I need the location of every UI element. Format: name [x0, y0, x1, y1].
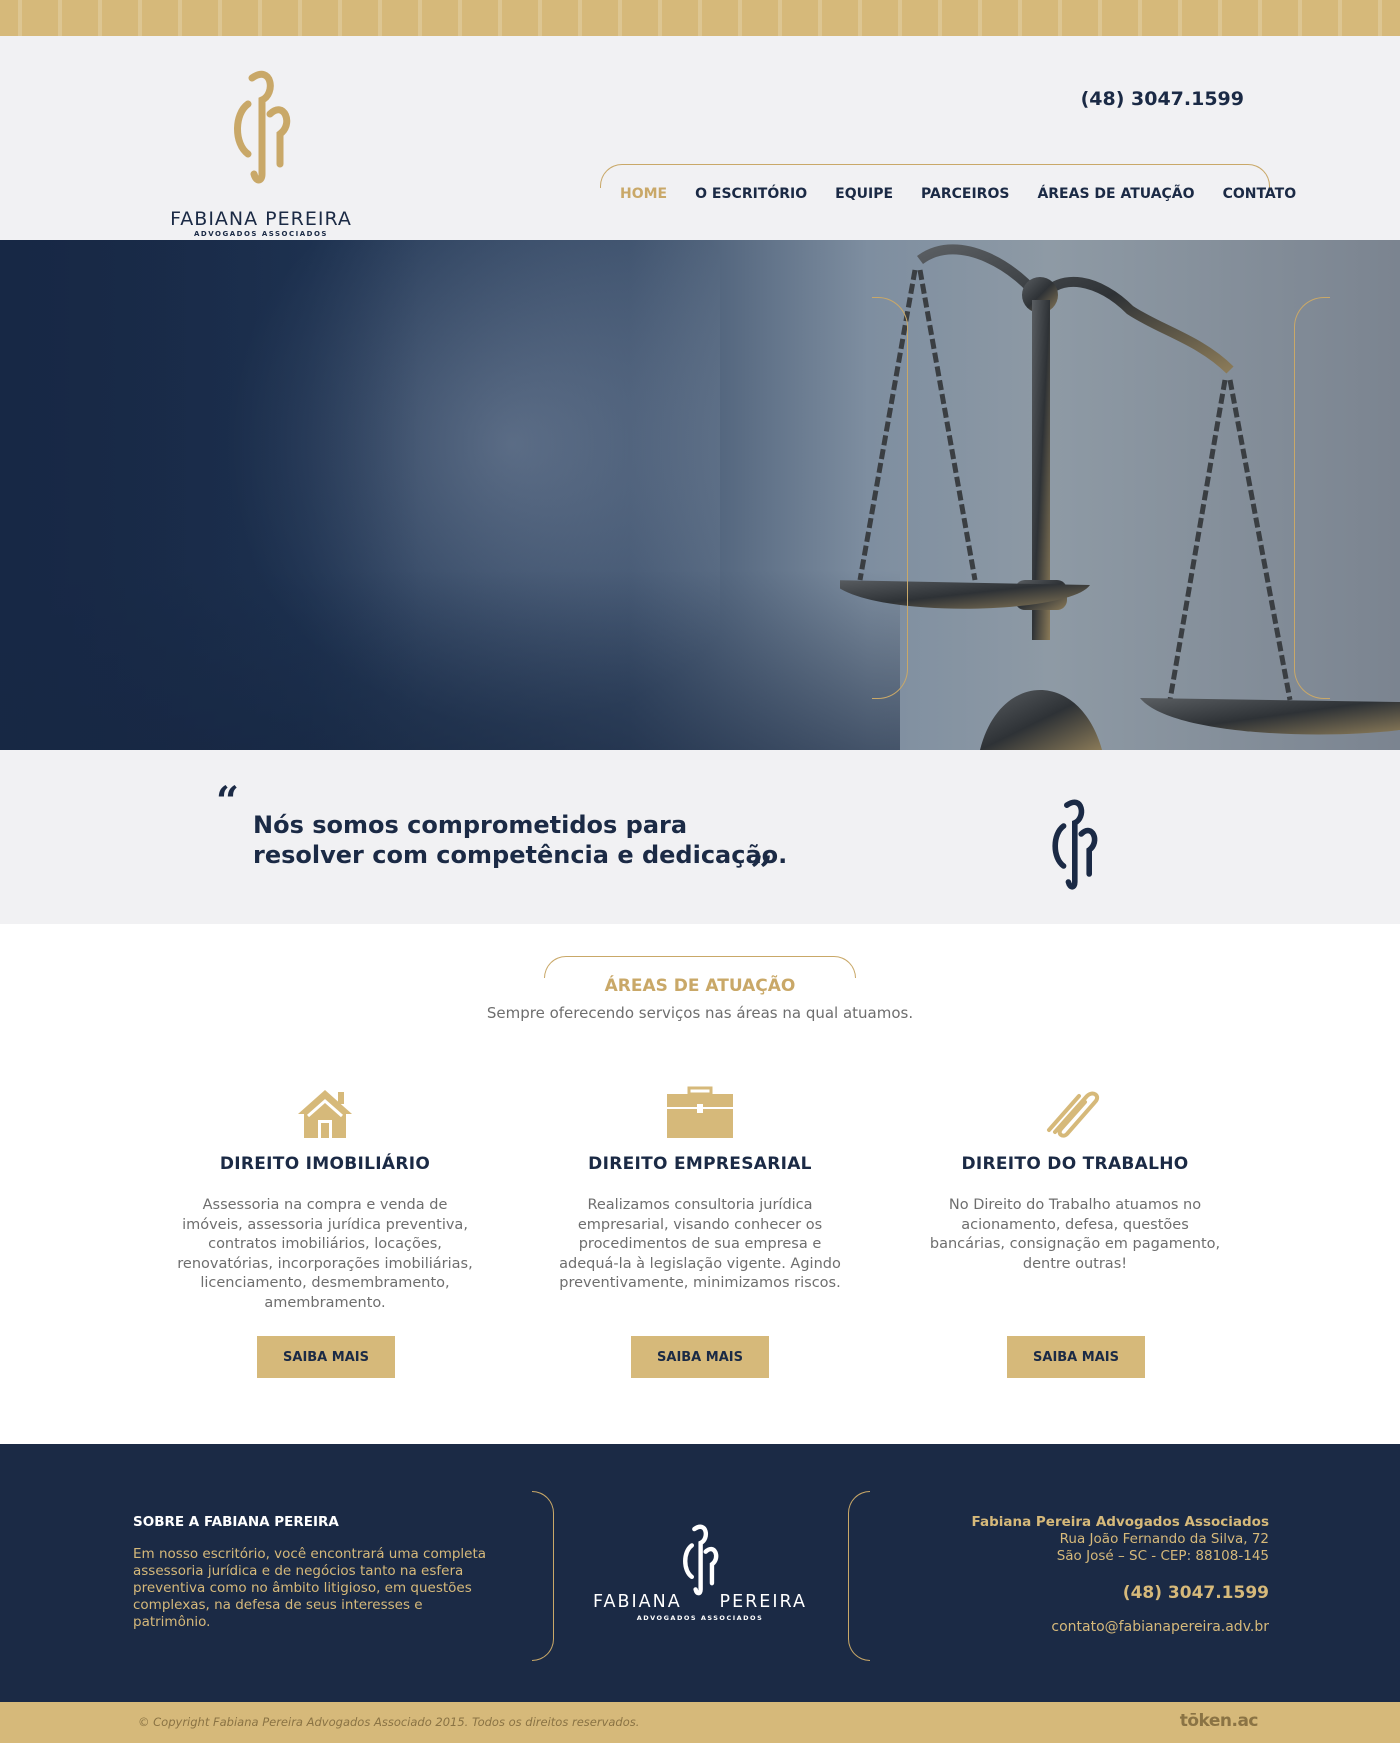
areas-section: ÁREAS DE ATUAÇÃO Sempre oferecendo servi…: [0, 924, 1400, 1444]
footer-address-2: São José – SC - CEP: 88108-145: [1056, 1548, 1269, 1564]
site-footer: SOBRE A FABIANA PEREIRA Em nosso escritó…: [0, 1444, 1400, 1702]
footer-contact: Fabiana Pereira Advogados Associados Rua…: [972, 1514, 1269, 1635]
quote-line-2: resolver com competência e dedicação.: [253, 841, 788, 869]
nav-equipe[interactable]: EQUIPE: [835, 186, 893, 202]
quote-section: “ Nós somos comprometidos para resolver …: [0, 750, 1400, 924]
nav-arc-decoration: [600, 164, 1270, 188]
close-quote-mark: ”: [750, 848, 774, 895]
saiba-mais-button-trabalho[interactable]: SAIBA MAIS: [1007, 1336, 1145, 1378]
fp-monogram-icon: [683, 1524, 719, 1596]
card-title: DIREITO EMPRESARIAL: [588, 1154, 812, 1174]
footer-email-link[interactable]: contato@fabianapereira.adv.br: [972, 1619, 1269, 1635]
quote-line-1: Nós somos comprometidos para: [253, 811, 688, 839]
briefcase-icon: [667, 1086, 733, 1138]
top-decorative-strip: [0, 0, 1400, 36]
fp-monogram-icon: [234, 70, 291, 184]
footer-company: Fabiana Pereira Advogados Associados: [971, 1514, 1269, 1530]
nav-home[interactable]: HOME: [620, 186, 667, 202]
nav-parceiros[interactable]: PARCEIROS: [921, 186, 1009, 202]
footer-logo-left: FABIANA: [593, 1592, 682, 1612]
card-icon-wrap: [540, 1080, 860, 1140]
card-text: Realizamos consultoria jurídica empresar…: [559, 1197, 841, 1291]
hero-bracket-right: [1294, 297, 1330, 699]
saiba-mais-button-imobiliario[interactable]: SAIBA MAIS: [257, 1336, 395, 1378]
fp-monogram-icon: [1052, 799, 1098, 890]
nav-areas[interactable]: ÁREAS DE ATUAÇÃO: [1037, 186, 1194, 202]
card-icon-wrap: [165, 1080, 485, 1140]
footer-about-text: Em nosso escritório, você encontrará uma…: [133, 1546, 487, 1630]
bottom-bar: © Copyright Fabiana Pereira Advogados As…: [0, 1702, 1400, 1743]
footer-logo-subtitle: ADVOGADOS ASSOCIADOS: [636, 1614, 764, 1622]
card-title: DIREITO DO TRABALHO: [961, 1154, 1189, 1174]
nav-contato[interactable]: CONTATO: [1223, 186, 1297, 202]
card-text: No Direito do Trabalho atuamos no aciona…: [929, 1197, 1221, 1272]
footer-address-1: Rua João Fernando da Silva, 72: [1059, 1531, 1269, 1547]
card-title: DIREITO IMOBILIÁRIO: [219, 1154, 431, 1174]
hero-banner: [0, 240, 1400, 750]
areas-arc-decoration: [544, 956, 856, 978]
areas-subtitle: Sempre oferecendo serviços nas áreas na …: [486, 1004, 914, 1022]
house-icon: [298, 1090, 352, 1138]
header-phone[interactable]: (48) 3047.1599: [1081, 88, 1244, 110]
card-trabalho: DIREITO DO TRABALHO No Direito do Trabal…: [915, 1080, 1235, 1274]
card-icon-wrap: [915, 1080, 1235, 1140]
logo-subtitle: ADVOGADOS ASSOCIADOS: [194, 230, 328, 238]
card-text: Assessoria na compra e venda de imóveis,…: [177, 1197, 473, 1311]
areas-title: ÁREAS DE ATUAÇÃO: [604, 976, 796, 996]
quote-text: Nós somos comprometidos para resolver co…: [253, 810, 787, 870]
hero-bracket-left: [872, 297, 908, 699]
card-imobiliario: DIREITO IMOBILIÁRIO Assessoria na compra…: [165, 1080, 485, 1313]
copyright-text: © Copyright Fabiana Pereira Advogados As…: [138, 1715, 640, 1729]
footer-about-title: SOBRE A FABIANA PEREIRA: [133, 1514, 339, 1530]
footer-bracket-right: [848, 1491, 870, 1661]
footer-phone[interactable]: (48) 3047.1599: [972, 1583, 1269, 1603]
footer-logo-right: PEREIRA: [719, 1592, 807, 1612]
developer-credit-link[interactable]: tōken.ac: [1180, 1711, 1259, 1731]
open-quote-mark: “: [216, 778, 240, 825]
paperclip-icon: [1047, 1091, 1100, 1138]
footer-bracket-left: [532, 1491, 554, 1661]
hero-shade: [0, 240, 420, 750]
logo-name: FABIANA PEREIRA: [170, 208, 352, 230]
site-logo[interactable]: FABIANA PEREIRA ADVOGADOS ASSOCIADOS: [156, 64, 366, 238]
main-nav: HOME O ESCRITÓRIO EQUIPE PARCEIROS ÁREAS…: [620, 186, 1324, 202]
footer-logo-name: FABIANA PEREIRA: [580, 1592, 820, 1612]
footer-logo[interactable]: FABIANA PEREIRA ADVOGADOS ASSOCIADOS: [580, 1520, 820, 1640]
nav-escritorio[interactable]: O ESCRITÓRIO: [695, 186, 807, 202]
site-header: FABIANA PEREIRA ADVOGADOS ASSOCIADOS (48…: [0, 36, 1400, 240]
saiba-mais-button-empresarial[interactable]: SAIBA MAIS: [631, 1336, 769, 1378]
card-empresarial: DIREITO EMPRESARIAL Realizamos consultor…: [540, 1080, 860, 1294]
